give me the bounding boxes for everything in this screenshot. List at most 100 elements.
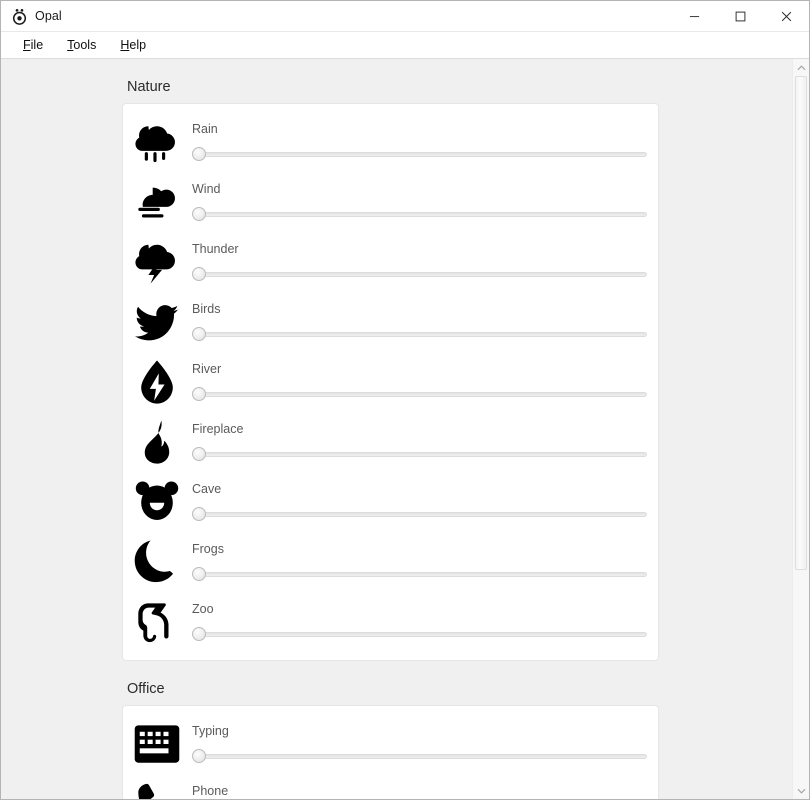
sound-row-zoo: Zoo bbox=[123, 592, 658, 652]
sound-label-river: River bbox=[192, 361, 222, 376]
slider-track[interactable] bbox=[199, 271, 647, 277]
window-controls bbox=[671, 1, 809, 32]
volume-slider-thunder[interactable] bbox=[192, 267, 649, 282]
slider-track[interactable] bbox=[199, 151, 647, 157]
sound-body: Wind bbox=[192, 183, 658, 222]
close-button[interactable] bbox=[763, 1, 809, 32]
menu-bar: File Tools Help bbox=[1, 32, 809, 59]
slider-thumb[interactable] bbox=[192, 147, 206, 162]
volume-slider-wind[interactable] bbox=[192, 207, 649, 222]
sound-label-phone: Phone bbox=[192, 783, 229, 798]
menu-item-tools[interactable]: Tools bbox=[57, 35, 106, 55]
chevron-up-icon bbox=[797, 64, 805, 70]
slider-thumb[interactable] bbox=[192, 627, 206, 642]
slider-thumb[interactable] bbox=[192, 507, 206, 522]
scroll-viewport: Nature Rain Wind Thunder Birds River Fireplace… bbox=[1, 59, 792, 799]
sound-row-wind: Wind bbox=[123, 172, 658, 232]
sound-label-typing: Typing bbox=[192, 723, 229, 738]
slider-thumb[interactable] bbox=[192, 267, 206, 282]
crescent-moon-icon bbox=[132, 537, 182, 587]
slider-thumb[interactable] bbox=[192, 749, 206, 764]
app-window: Opal File Tools Help Nature Rain Wind Th… bbox=[0, 0, 810, 800]
scroll-up-button[interactable] bbox=[793, 59, 809, 76]
opal-logo-icon bbox=[10, 7, 28, 25]
slider-thumb[interactable] bbox=[192, 567, 206, 582]
sound-body: Phone bbox=[192, 785, 658, 799]
elephant-icon bbox=[132, 597, 182, 647]
sound-label-birds: Birds bbox=[192, 301, 221, 316]
slider-thumb[interactable] bbox=[192, 447, 206, 462]
flame-icon bbox=[132, 417, 182, 467]
sound-row-fireplace: Fireplace bbox=[123, 412, 658, 472]
slider-track[interactable] bbox=[199, 211, 647, 217]
menu-item-help[interactable]: Help bbox=[110, 35, 156, 55]
sound-row-thunder: Thunder bbox=[123, 232, 658, 292]
scrollbar-thumb[interactable] bbox=[795, 76, 807, 571]
sound-card-office: Typing Phone bbox=[122, 705, 659, 799]
slider-track[interactable] bbox=[199, 753, 647, 759]
menu-help-rest: elp bbox=[129, 38, 147, 52]
menu-file-mnemonic: F bbox=[23, 38, 31, 52]
wind-cloud-icon bbox=[132, 177, 182, 227]
sound-body: River bbox=[192, 363, 658, 402]
volume-slider-fireplace[interactable] bbox=[192, 447, 649, 462]
slider-track[interactable] bbox=[199, 571, 647, 577]
volume-slider-typing[interactable] bbox=[192, 749, 649, 764]
slider-track[interactable] bbox=[199, 511, 647, 517]
sound-body: Cave bbox=[192, 483, 658, 522]
keyboard-icon bbox=[132, 719, 182, 769]
menu-tools-rest: ools bbox=[73, 38, 97, 52]
slider-thumb[interactable] bbox=[192, 387, 206, 402]
sound-label-fireplace: Fireplace bbox=[192, 421, 244, 436]
thunder-cloud-icon bbox=[132, 237, 182, 287]
minimize-button[interactable] bbox=[671, 1, 717, 32]
volume-slider-frogs[interactable] bbox=[192, 567, 649, 582]
maximize-icon bbox=[735, 11, 745, 22]
sound-row-cave: Cave bbox=[123, 472, 658, 532]
window-title: Opal bbox=[35, 9, 62, 23]
title-bar: Opal bbox=[1, 1, 809, 32]
slider-thumb[interactable] bbox=[192, 207, 206, 222]
telephone-icon bbox=[132, 779, 182, 799]
sound-card-nature: Rain Wind Thunder Birds River Fireplace Cave Fr… bbox=[122, 103, 659, 661]
sound-body: Birds bbox=[192, 303, 658, 342]
chevron-down-icon bbox=[797, 788, 805, 794]
vertical-scrollbar[interactable] bbox=[792, 59, 809, 799]
rain-cloud-icon bbox=[132, 117, 182, 167]
bear-face-icon bbox=[132, 477, 182, 527]
maximize-button[interactable] bbox=[717, 1, 763, 32]
slider-thumb[interactable] bbox=[192, 327, 206, 342]
volume-slider-river[interactable] bbox=[192, 387, 649, 402]
sound-label-zoo: Zoo bbox=[192, 601, 214, 616]
sound-body: Frogs bbox=[192, 543, 658, 582]
sound-sections-container: Nature Rain Wind Thunder Birds River Fireplace… bbox=[1, 79, 792, 799]
sound-body: Rain bbox=[192, 123, 658, 162]
sound-body: Thunder bbox=[192, 243, 658, 282]
volume-slider-birds[interactable] bbox=[192, 327, 649, 342]
sound-body: Zoo bbox=[192, 603, 658, 642]
sound-label-cave: Cave bbox=[192, 481, 222, 496]
slider-track[interactable] bbox=[199, 451, 647, 457]
scroll-down-button[interactable] bbox=[793, 782, 809, 799]
volume-slider-zoo[interactable] bbox=[192, 627, 649, 642]
volume-slider-cave[interactable] bbox=[192, 507, 649, 522]
sound-row-birds: Birds bbox=[123, 292, 658, 352]
close-icon bbox=[781, 11, 791, 22]
slider-track[interactable] bbox=[199, 391, 647, 397]
scrollbar-track[interactable] bbox=[793, 76, 809, 782]
bird-icon bbox=[132, 297, 182, 347]
sound-label-wind: Wind bbox=[192, 181, 221, 196]
menu-item-file[interactable]: File bbox=[13, 35, 53, 55]
volume-slider-rain[interactable] bbox=[192, 147, 649, 162]
sound-label-rain: Rain bbox=[192, 121, 218, 136]
water-drop-icon bbox=[132, 357, 182, 407]
sound-row-phone: Phone bbox=[123, 774, 658, 799]
sound-row-typing: Typing bbox=[123, 714, 658, 774]
slider-track[interactable] bbox=[199, 331, 647, 337]
sound-row-frogs: Frogs bbox=[123, 532, 658, 592]
sound-body: Fireplace bbox=[192, 423, 658, 462]
sound-label-frogs: Frogs bbox=[192, 541, 224, 556]
section-title-office: Office bbox=[127, 681, 165, 697]
slider-track[interactable] bbox=[199, 631, 647, 637]
sound-label-thunder: Thunder bbox=[192, 241, 239, 256]
